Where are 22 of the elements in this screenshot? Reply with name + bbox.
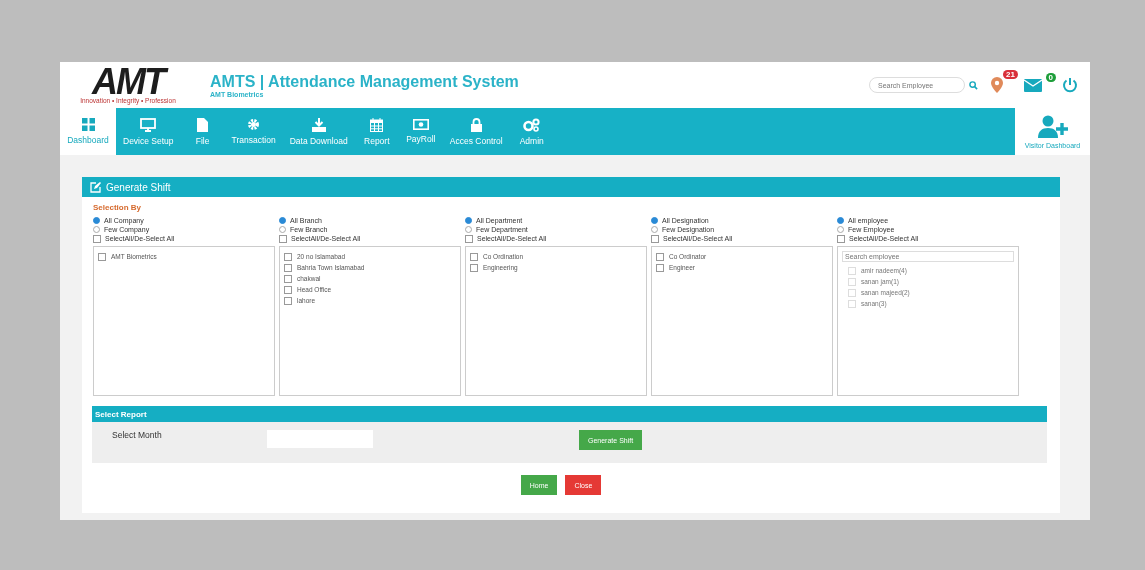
panel-title: Generate Shift <box>106 181 171 193</box>
gears-icon <box>523 117 541 132</box>
calendar-icon <box>370 117 384 132</box>
download-icon <box>311 117 326 132</box>
monitor-icon <box>140 117 157 132</box>
month-label: Select Month <box>112 430 163 440</box>
lock-icon <box>470 117 482 132</box>
notification-badge: 21 <box>1003 70 1018 79</box>
add-user-icon <box>1037 114 1068 139</box>
app-title: AMTS | Attendance Management System <box>210 72 519 91</box>
mail-icon[interactable] <box>1024 78 1042 92</box>
section-label: Selection By <box>92 202 142 212</box>
banknote-icon <box>412 119 429 130</box>
grid-icon <box>81 118 95 131</box>
power-icon[interactable] <box>1062 77 1078 93</box>
report-header: Select Report <box>92 406 1047 422</box>
mail-badge: 0 <box>1045 72 1056 82</box>
location-pin-icon[interactable] <box>990 76 1004 94</box>
settings-icon <box>247 118 261 131</box>
edit-icon <box>90 181 101 193</box>
file-icon <box>197 117 209 132</box>
search-icon <box>969 80 978 90</box>
